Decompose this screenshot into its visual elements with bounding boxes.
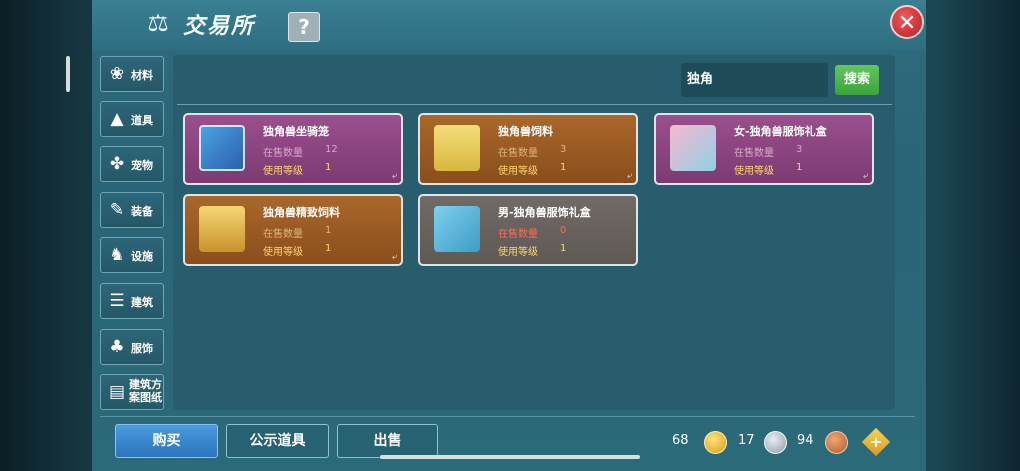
stock-value: 12 [325, 144, 338, 155]
category-label: 设施 [131, 250, 153, 263]
item-name: 独角兽饲料 [498, 125, 553, 138]
gift-box-icon [434, 206, 480, 252]
gold-coin-icon [704, 431, 727, 454]
divider [177, 104, 892, 105]
item-card[interactable]: 独角兽精致饲料 在售数量 1 使用等级 1 ⤶ [183, 194, 403, 266]
search-button[interactable]: 搜索 [835, 65, 879, 95]
gift-box-icon [670, 125, 716, 171]
feed-bag-icon [434, 125, 480, 171]
corner-mark-icon: ⤶ [391, 171, 397, 181]
category-label: 宠物 [131, 159, 153, 172]
clothing-icon: ♣ [109, 337, 125, 357]
home-indicator[interactable] [380, 455, 640, 459]
level-value: 1 [325, 243, 332, 254]
level-value: 1 [560, 243, 567, 254]
stock-value: 0 [560, 225, 567, 236]
category-building[interactable]: ☰ 建筑 [100, 283, 164, 319]
premium-feed-icon [199, 206, 245, 252]
scroll-indicator [66, 56, 70, 92]
building-icon: ☰ [109, 291, 125, 311]
public-items-tab[interactable]: 公示道具 [226, 424, 329, 458]
category-equipment[interactable]: ✎ 装备 [100, 192, 164, 228]
item-card[interactable]: 独角兽饲料 在售数量 3 使用等级 1 ⤶ [418, 113, 638, 185]
page-title: 交易所 [183, 14, 256, 39]
category-facility[interactable]: ♞ 设施 [100, 237, 164, 273]
level-value: 1 [796, 162, 803, 173]
stock-value: 1 [325, 225, 332, 236]
scale-icon: ⚖ [147, 9, 169, 37]
equipment-icon: ✎ [109, 200, 125, 220]
level-value: 1 [325, 162, 332, 173]
category-label: 材料 [131, 69, 153, 82]
category-label: 服饰 [131, 342, 153, 355]
item-card[interactable]: 男-独角兽服饰礼盒 在售数量 0 使用等级 1 [418, 194, 638, 266]
item-name: 男-独角兽服饰礼盒 [498, 206, 591, 219]
silver-amount: 17 [738, 433, 755, 448]
category-material[interactable]: ❀ 材料 [100, 56, 164, 92]
paw-icon: ✤ [109, 154, 125, 174]
help-button[interactable]: ? [288, 12, 320, 42]
level-label: 使用等级 [734, 166, 774, 177]
level-label: 使用等级 [498, 247, 538, 258]
category-clothing[interactable]: ♣ 服饰 [100, 329, 164, 365]
silver-coin-icon [764, 431, 787, 454]
corner-mark-icon: ⤶ [626, 171, 632, 181]
stock-value: 3 [796, 144, 803, 155]
material-icon: ❀ [109, 64, 125, 84]
gold-amount: 68 [672, 433, 689, 448]
stock-label: 在售数量 [263, 229, 303, 240]
stock-label: 在售数量 [734, 148, 774, 159]
stock-label: 在售数量 [498, 148, 538, 159]
close-button[interactable]: ✕ [890, 5, 924, 39]
stock-label: 在售数量 [498, 229, 538, 240]
search-input[interactable]: 独角 [681, 63, 828, 97]
level-label: 使用等级 [498, 166, 538, 177]
category-label: 道具 [131, 114, 153, 127]
item-card[interactable]: 独角兽坐骑笼 在售数量 12 使用等级 1 ⤶ [183, 113, 403, 185]
category-blueprint[interactable]: ▤ 建筑方案图纸 [100, 374, 164, 410]
level-value: 1 [560, 162, 567, 173]
category-pets[interactable]: ✤ 宠物 [100, 146, 164, 182]
facility-icon: ♞ [109, 245, 125, 265]
stock-value: 3 [560, 144, 567, 155]
stock-label: 在售数量 [263, 148, 303, 159]
item-name: 独角兽坐骑笼 [263, 125, 329, 138]
buy-tab[interactable]: 购买 [115, 424, 218, 458]
blueprint-icon: ▤ [108, 382, 126, 402]
level-label: 使用等级 [263, 166, 303, 177]
prop-icon: ▲ [110, 109, 124, 129]
footer-divider [100, 416, 915, 417]
corner-mark-icon: ⤶ [862, 171, 868, 181]
category-label: 装备 [131, 205, 153, 218]
corner-mark-icon: ⤶ [391, 252, 397, 262]
sell-tab[interactable]: 出售 [337, 424, 438, 458]
item-name: 女-独角兽服饰礼盒 [734, 125, 827, 138]
plus-icon: + [869, 433, 883, 451]
category-label: 建筑方案图纸 [129, 378, 162, 404]
category-label: 建筑 [131, 296, 153, 309]
cage-icon [199, 125, 245, 171]
bronze-coin-icon [825, 431, 848, 454]
bronze-amount: 94 [797, 433, 814, 448]
category-props[interactable]: ▲ 道具 [100, 101, 164, 137]
level-label: 使用等级 [263, 247, 303, 258]
item-name: 独角兽精致饲料 [263, 206, 340, 219]
item-card[interactable]: 女-独角兽服饰礼盒 在售数量 3 使用等级 1 ⤶ [654, 113, 874, 185]
add-currency-button[interactable]: + [861, 427, 891, 457]
